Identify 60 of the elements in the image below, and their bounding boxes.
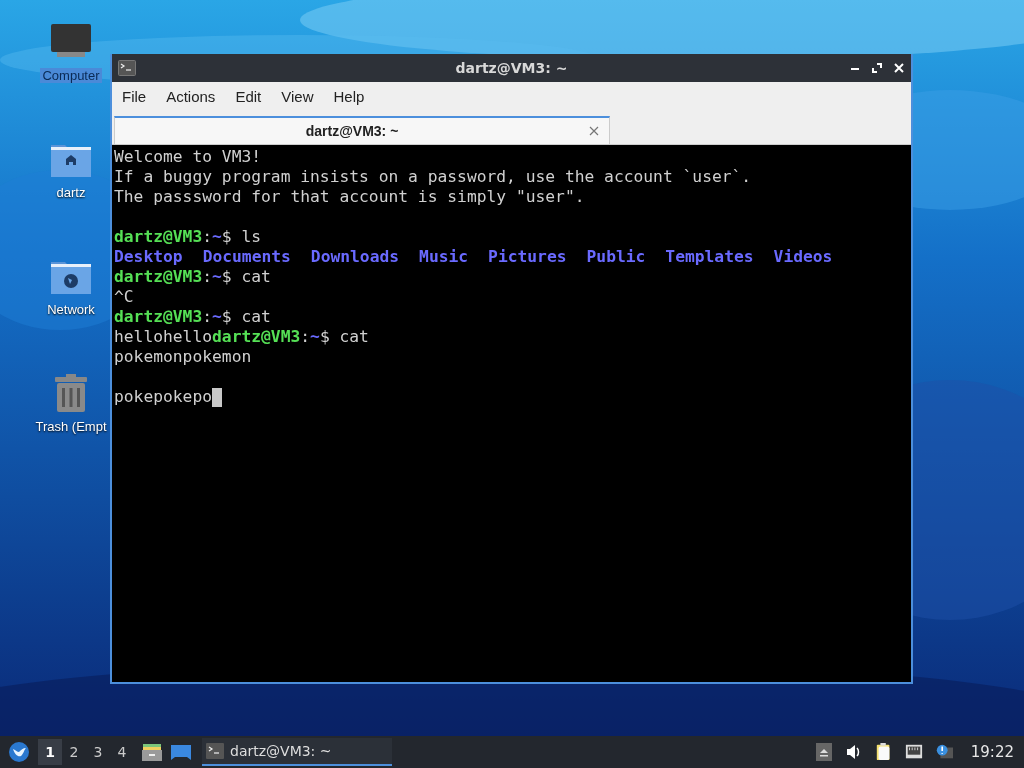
- prompt-user: dartz@VM3: [114, 267, 203, 287]
- terminal-text: Welcome to VM3!: [114, 147, 262, 167]
- menu-item[interactable]: File: [114, 87, 155, 105]
- workspace-button[interactable]: 2: [62, 739, 86, 765]
- file-cabinet-icon[interactable]: [141, 742, 163, 762]
- desktop-icon-label[interactable]: Computer: [40, 68, 102, 83]
- terminal-icon: [118, 60, 136, 76]
- menu-item[interactable]: Help: [325, 87, 373, 105]
- prompt-path: ~: [310, 327, 320, 347]
- clock[interactable]: 19:22: [970, 743, 1014, 761]
- terminal-text: If a buggy program insists on a password, use the account `user`.: [114, 167, 752, 187]
- prompt-user: dartz@VM3: [114, 227, 203, 247]
- network-port-icon[interactable]: [904, 743, 923, 761]
- terminal-icon: [206, 743, 224, 759]
- close-icon[interactable]: [893, 62, 905, 74]
- directory-name: Documents: [202, 247, 291, 267]
- menu-item[interactable]: View: [273, 87, 322, 105]
- menu-item[interactable]: Edit: [227, 87, 270, 105]
- notification-icon[interactable]: [934, 743, 953, 761]
- menu-item[interactable]: Actions: [158, 87, 224, 105]
- workspace-button[interactable]: 3: [86, 739, 110, 765]
- workspace-button[interactable]: 1: [38, 739, 62, 765]
- bird-logo-icon[interactable]: [8, 741, 30, 763]
- terminal-tab[interactable]: dartz@VM3: ~: [114, 116, 610, 144]
- terminal-text: :: [202, 267, 213, 287]
- close-tab-icon[interactable]: [589, 126, 599, 136]
- directory-name: Downloads: [310, 247, 400, 267]
- prompt-user: dartz@VM3: [114, 307, 203, 327]
- maximize-icon[interactable]: [871, 62, 883, 74]
- terminal-text: :: [202, 227, 213, 247]
- window-title: dartz@VM3: ~: [455, 60, 568, 76]
- terminal-text: $ cat: [319, 327, 369, 347]
- directory-name: Pictures: [488, 247, 567, 267]
- terminal-text: :: [300, 327, 311, 347]
- terminal-text: $ cat: [221, 307, 271, 327]
- terminal-text: pokepokepo: [114, 387, 213, 407]
- task-button[interactable]: dartz@VM3: ~: [202, 738, 392, 766]
- terminal-area[interactable]: [112, 145, 911, 682]
- desktop-icon[interactable]: [170, 742, 192, 762]
- terminal-text: hellohello: [114, 327, 213, 347]
- desktop-icon-label[interactable]: Network: [45, 302, 97, 317]
- terminal-text: ^C: [114, 287, 134, 307]
- eject-icon[interactable]: [814, 743, 833, 761]
- workspace-button[interactable]: 4: [110, 739, 134, 765]
- prompt-path: ~: [212, 227, 222, 247]
- terminal-text: pokemonpokemon: [114, 347, 252, 367]
- prompt-path: ~: [212, 307, 222, 327]
- directory-name: Public: [586, 247, 646, 267]
- terminal-text: $ ls: [221, 227, 262, 247]
- desktop-icon-label[interactable]: dartz: [54, 185, 88, 200]
- prompt-user: dartz@VM3: [212, 327, 301, 347]
- desktop-icon-label[interactable]: Trash (Empt: [33, 419, 109, 434]
- prompt-path: ~: [212, 267, 222, 287]
- terminal-text: $ cat: [221, 267, 271, 287]
- directory-name: Desktop: [114, 247, 183, 267]
- directory-name: Templates: [665, 247, 754, 267]
- terminal-text: :: [202, 307, 213, 327]
- directory-name: Music: [419, 247, 469, 267]
- terminal-text: The passsword for that account is simply "user".: [114, 187, 585, 207]
- directory-name: Videos: [773, 247, 833, 267]
